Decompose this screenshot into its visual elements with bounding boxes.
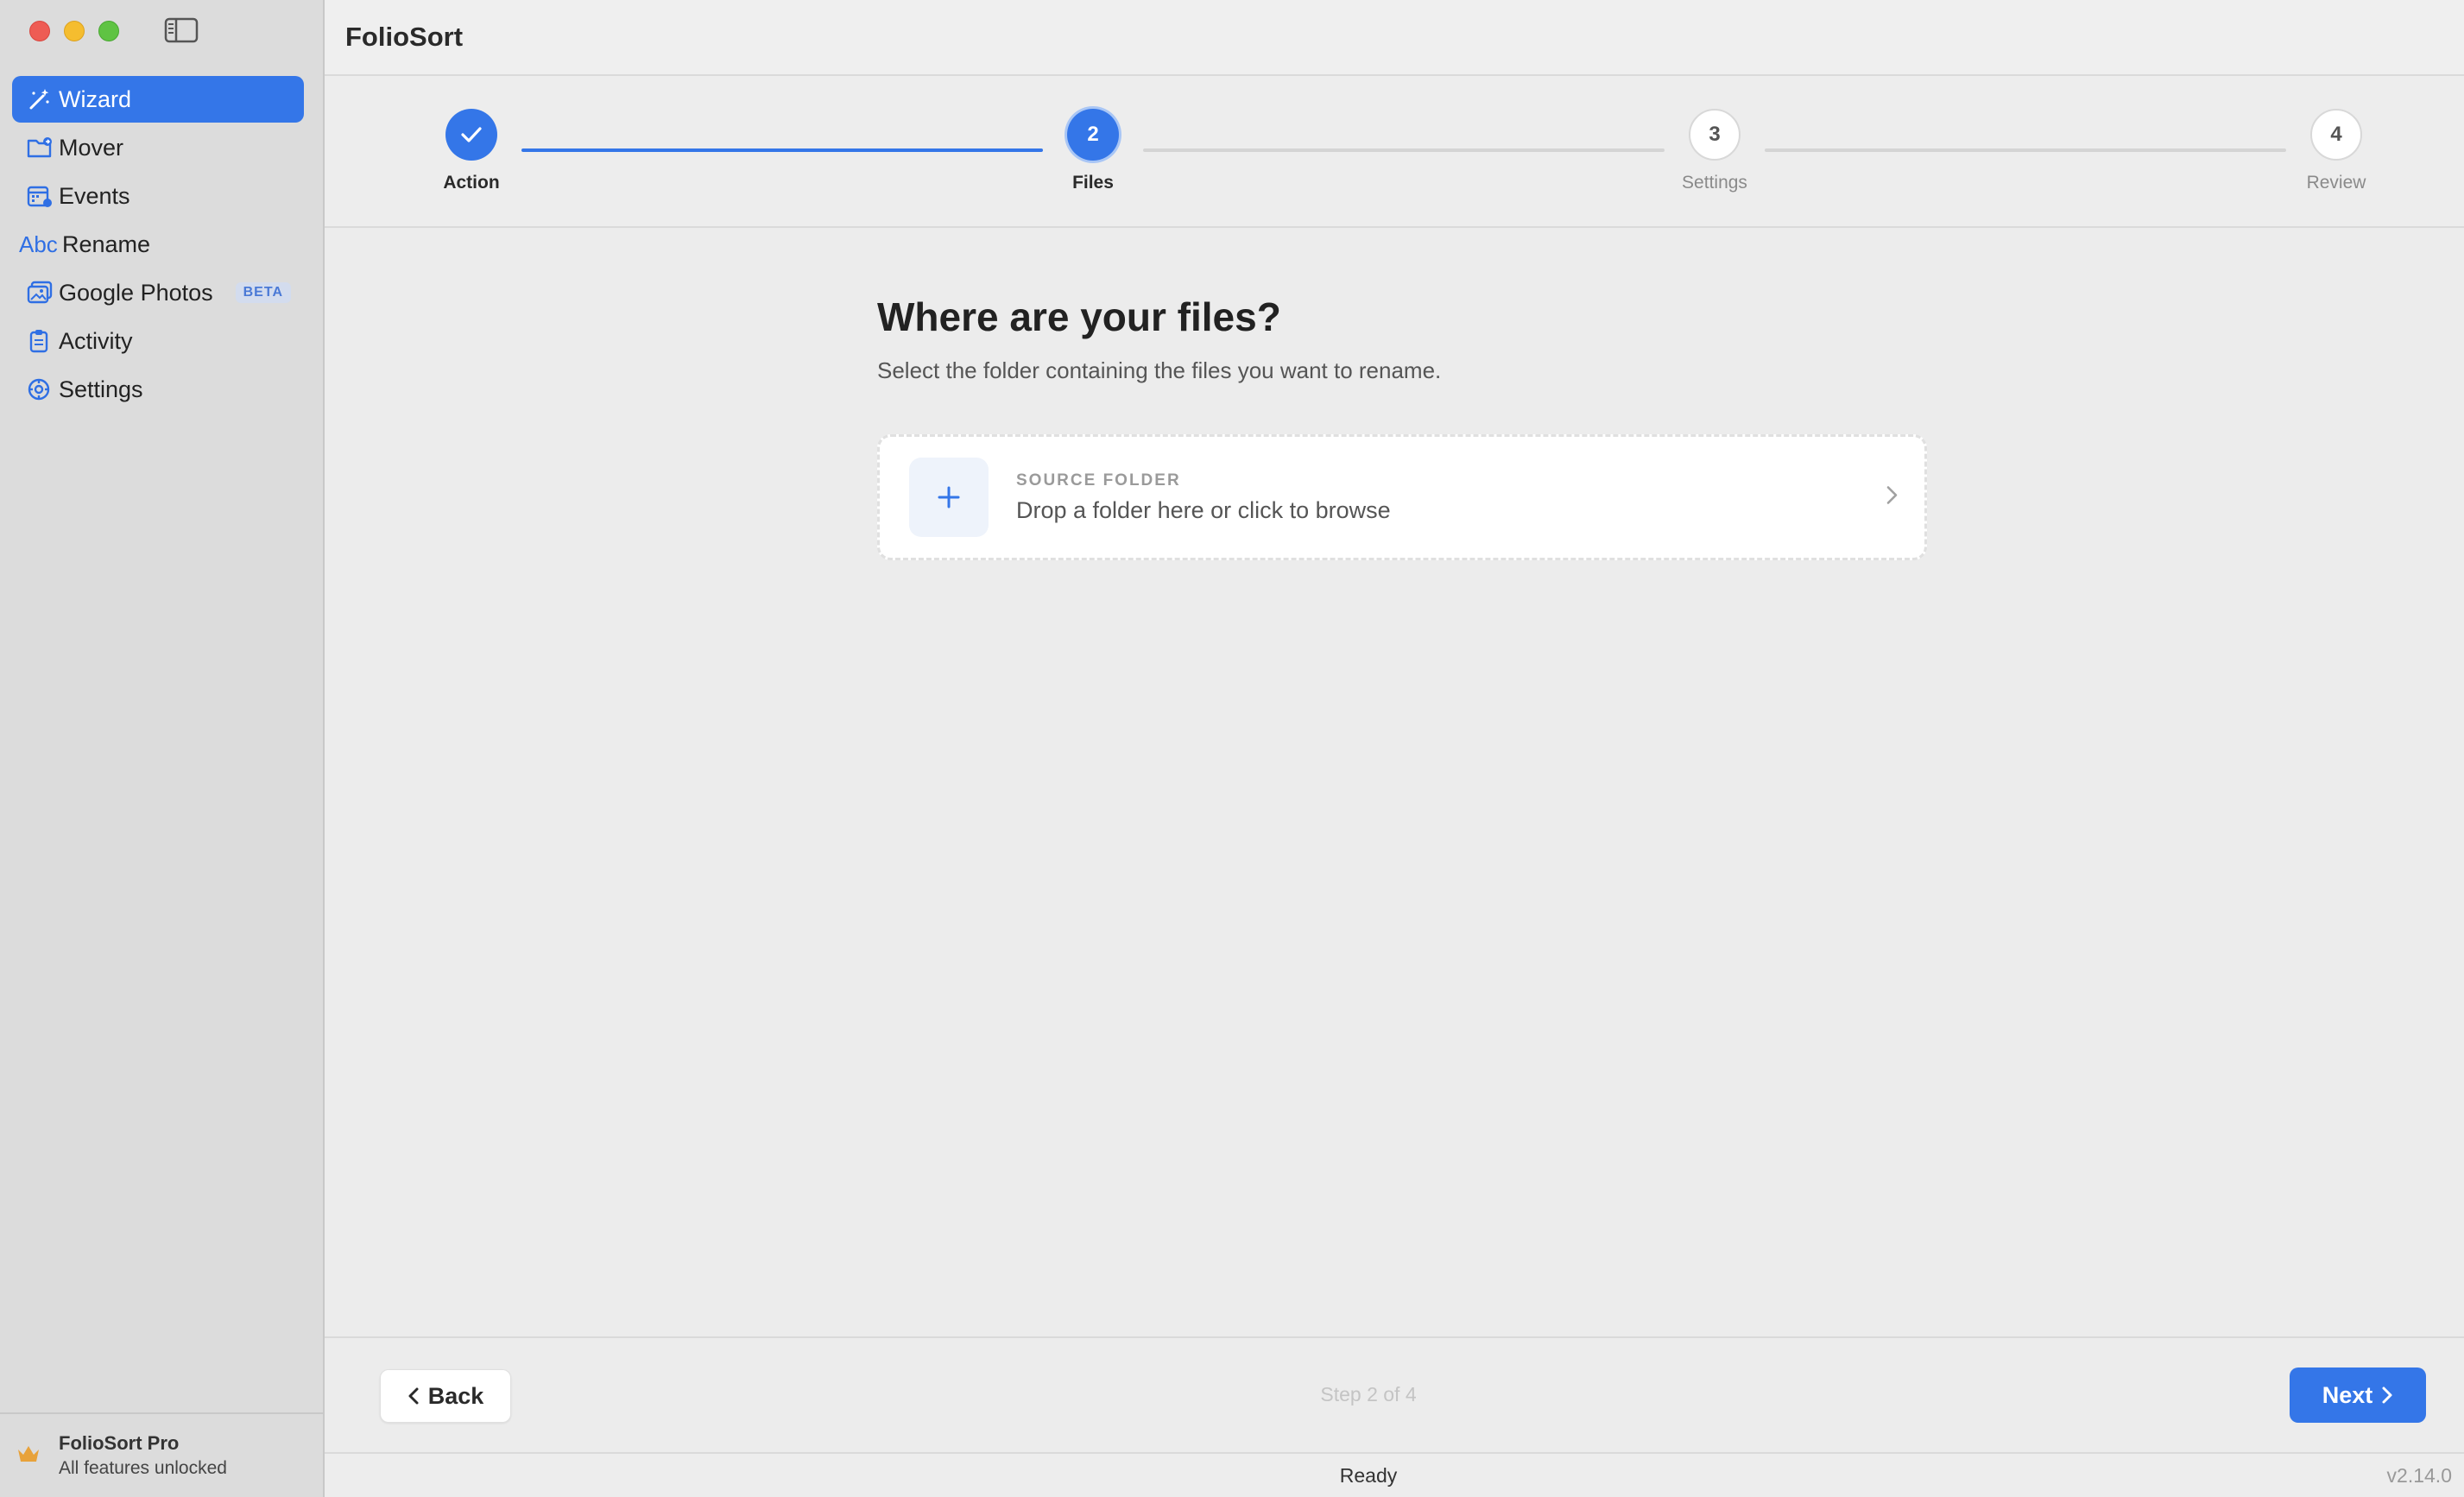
step-connector — [1765, 148, 2286, 152]
sidebar-item-mover[interactable]: Mover — [12, 124, 304, 171]
step-connector — [521, 148, 1043, 152]
sidebar-item-label: Mover — [59, 134, 124, 161]
wand-icon — [26, 85, 59, 114]
step-label: Action — [443, 173, 500, 193]
dropzone-caption: SOURCE FOLDER — [1016, 471, 1181, 490]
pro-title: FolioSort Pro — [59, 1432, 180, 1454]
sidebar-item-activity[interactable]: Activity — [12, 318, 304, 364]
step-done-circle — [445, 109, 497, 161]
sidebar: Wizard Mover Events Abc Rename Google Ph… — [0, 0, 325, 1497]
folder-move-icon — [26, 133, 59, 162]
chevron-right-icon — [1885, 484, 1899, 511]
window-controls — [29, 21, 119, 41]
main-panel: FolioSort Action 2 Files 3 Settings 4 Re… — [325, 0, 2464, 1497]
sidebar-item-rename[interactable]: Abc Rename — [12, 221, 304, 268]
dropzone-text: Drop a folder here or click to browse — [1016, 496, 1391, 523]
next-label: Next — [2322, 1381, 2373, 1408]
step-label: Review — [2306, 173, 2366, 193]
status-text: Ready — [1339, 1464, 1398, 1487]
wizard-footer: Back Step 2 of 4 Next — [325, 1336, 2464, 1452]
wizard-content: Where are your files? Select the folder … — [877, 294, 1927, 560]
step-number: 4 — [2310, 109, 2362, 161]
gear-icon — [26, 375, 59, 404]
checkmark-icon — [461, 127, 482, 142]
clipboard-icon — [26, 326, 59, 356]
source-folder-dropzone[interactable]: SOURCE FOLDER Drop a folder here or clic… — [877, 434, 1927, 560]
step-files[interactable]: 2 Files — [1041, 109, 1145, 193]
sidebar-item-settings[interactable]: Settings — [12, 366, 304, 413]
status-bar: Ready v2.14.0 — [325, 1452, 2464, 1497]
app-window: Wizard Mover Events Abc Rename Google Ph… — [0, 0, 2464, 1497]
beta-badge: BETA — [235, 282, 291, 303]
step-action[interactable]: Action — [420, 109, 523, 193]
calendar-icon — [26, 181, 59, 211]
sidebar-item-label: Rename — [62, 231, 151, 257]
sidebar-item-events[interactable]: Events — [12, 173, 304, 219]
step-number: 2 — [1067, 109, 1119, 161]
page-subtitle: Select the folder containing the files y… — [877, 357, 1442, 383]
sidebar-toggle-icon[interactable] — [164, 17, 199, 43]
step-settings[interactable]: 3 Settings — [1663, 109, 1766, 193]
step-review[interactable]: 4 Review — [2284, 109, 2388, 193]
sidebar-item-wizard[interactable]: Wizard — [12, 76, 304, 123]
close-window-button[interactable] — [29, 21, 50, 41]
plus-icon — [909, 458, 989, 537]
step-label: Files — [1072, 173, 1114, 193]
sidebar-item-label: Settings — [59, 376, 143, 402]
sidebar-item-label: Google Photos — [59, 279, 213, 306]
abc-text-icon: Abc — [19, 231, 58, 257]
wizard-stepper: Action 2 Files 3 Settings 4 Review — [325, 76, 2464, 228]
sidebar-item-google-photos[interactable]: Google Photos BETA — [12, 269, 304, 316]
sidebar-item-label: Events — [59, 182, 130, 209]
sidebar-nav: Wizard Mover Events Abc Rename Google Ph… — [12, 76, 304, 414]
pro-subtitle: All features unlocked — [59, 1458, 227, 1478]
app-title: FolioSort — [345, 22, 464, 52]
crown-icon — [16, 1443, 45, 1469]
page-title: Where are your files? — [877, 294, 1281, 339]
step-indicator: Step 2 of 4 — [1320, 1383, 1417, 1405]
photos-icon — [26, 278, 59, 307]
step-number: 3 — [1689, 109, 1741, 161]
minimize-window-button[interactable] — [64, 21, 85, 41]
chevron-right-icon — [2382, 1386, 2392, 1404]
sidebar-item-label: Wizard — [59, 85, 132, 112]
titlebar: FolioSort — [325, 0, 2464, 76]
pro-status: FolioSort Pro All features unlocked — [0, 1412, 323, 1497]
next-button[interactable]: Next — [2290, 1368, 2426, 1423]
sidebar-item-label: Activity — [59, 327, 133, 354]
version-label: v2.14.0 — [2386, 1464, 2452, 1487]
step-label: Settings — [1682, 173, 1747, 193]
zoom-window-button[interactable] — [98, 21, 119, 41]
step-connector — [1143, 148, 1665, 152]
